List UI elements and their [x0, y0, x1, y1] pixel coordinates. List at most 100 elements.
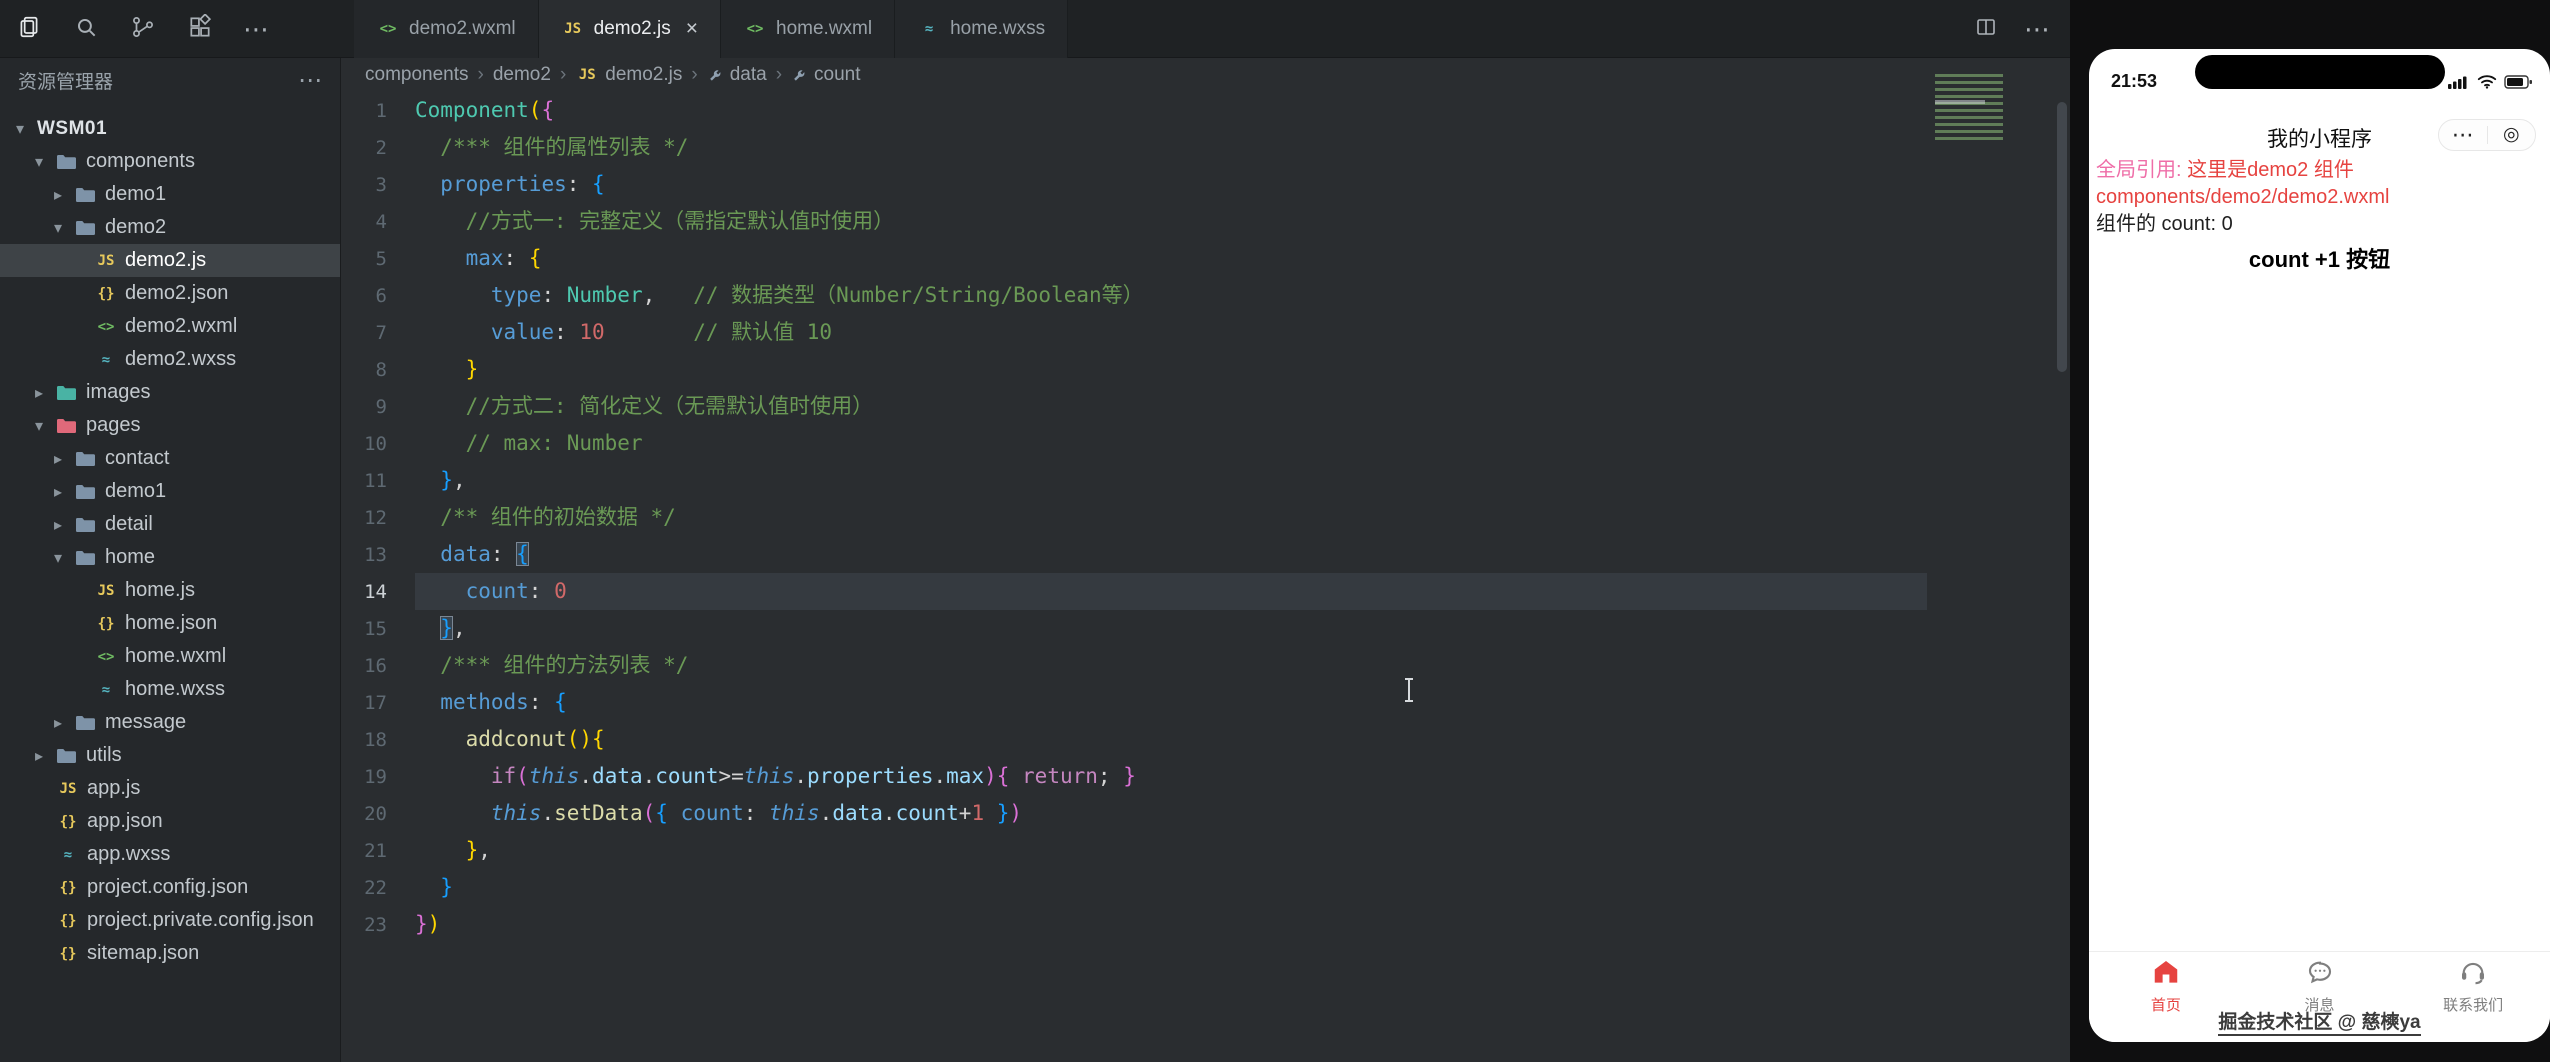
line-number: 1	[375, 100, 387, 122]
js-file-icon: JS	[564, 21, 582, 37]
chevron-icon[interactable]: ▸	[48, 515, 68, 535]
folder-icon	[56, 747, 79, 764]
capsule-more-button[interactable]: ⋯	[2439, 120, 2487, 150]
symbol-icon	[791, 67, 808, 84]
tree-item-demo2.js[interactable]: JS demo2.js	[0, 244, 340, 277]
line-number: 3	[375, 174, 387, 196]
split-editor-button[interactable]	[1974, 15, 1998, 44]
extensions-button[interactable]	[171, 0, 228, 58]
git-graph-button[interactable]	[114, 0, 171, 58]
code-line: 21 },	[341, 832, 2070, 869]
scrollbar[interactable]	[2057, 102, 2067, 372]
files-button[interactable]	[0, 0, 57, 58]
chevron-icon[interactable]: ▸	[48, 185, 68, 205]
tree-item-home.wxml[interactable]: <> home.wxml	[0, 640, 340, 673]
wifi-icon	[2476, 73, 2498, 95]
json-file-icon: {}	[59, 945, 77, 962]
chevron-icon[interactable]: ▸	[29, 383, 49, 403]
tree-item-sitemap.json[interactable]: {} sitemap.json	[0, 937, 340, 970]
code-line-content: // max: Number	[465, 431, 643, 455]
chevron-icon[interactable]: ▸	[48, 713, 68, 733]
tree-item-contact[interactable]: ▸ contact	[0, 442, 340, 475]
search-button[interactable]	[57, 0, 114, 58]
tree-item-pages[interactable]: ▾ pages	[0, 409, 340, 442]
chevron-icon[interactable]: ▾	[48, 548, 68, 568]
chevron-icon[interactable]: ▾	[48, 218, 68, 238]
chevron-icon[interactable]: ▸	[48, 449, 68, 469]
code-line-content: methods: {	[440, 690, 567, 714]
code-line-content: /*** 组件的方法列表 */	[440, 653, 689, 677]
tree-item-label: home.js	[125, 579, 196, 601]
tree-item-WSM01[interactable]: ▾ WSM01	[0, 112, 340, 145]
tree-item-app.js[interactable]: JS app.js	[0, 772, 340, 805]
wxss-file-icon: ≈	[63, 846, 73, 863]
tree-item-components[interactable]: ▾ components	[0, 145, 340, 178]
folder-icon	[75, 714, 98, 731]
breadcrumb-item-demo2.js[interactable]: JS demo2.js	[575, 64, 683, 86]
tree-item-label: message	[105, 711, 187, 733]
line-number: 20	[364, 803, 387, 825]
tab-home.wxss[interactable]: ≈ home.wxss	[895, 0, 1069, 58]
screen: ⋯ <> demo2.wxml JS demo2.js × <> home.wxml ≈ hom…	[0, 0, 2550, 1062]
battery-icon	[2504, 74, 2534, 95]
tree-item-label: app.json	[87, 810, 163, 832]
tab-label: home.wxml	[776, 18, 873, 39]
chevron-icon[interactable]: ▸	[48, 482, 68, 502]
tree-item-demo2.wxss[interactable]: ≈ demo2.wxss	[0, 343, 340, 376]
tree-item-project.private.config.json[interactable]: {} project.private.config.json	[0, 904, 340, 937]
more-button[interactable]: ⋯	[228, 0, 285, 58]
tree-item-detail[interactable]: ▸ detail	[0, 508, 340, 541]
tree-item-home.js[interactable]: JS home.js	[0, 574, 340, 607]
chevron-icon[interactable]: ▸	[29, 746, 49, 766]
code-line-content: data: {	[440, 542, 529, 566]
breadcrumb-item-components[interactable]: components	[365, 64, 469, 86]
tree-item-app.wxss[interactable]: ≈ app.wxss	[0, 838, 340, 871]
capsule-home-indicator-button[interactable]: ◎	[2488, 120, 2536, 150]
wxml-file-icon: <>	[379, 21, 397, 37]
count-button[interactable]: count +1 按钮	[2089, 242, 2550, 274]
tree-item-home[interactable]: ▾ home	[0, 541, 340, 574]
tree-item-demo2.json[interactable]: {} demo2.json	[0, 277, 340, 310]
code-line-content: properties: {	[440, 172, 605, 196]
tree-item-app.json[interactable]: {} app.json	[0, 805, 340, 838]
code-line: 5 max: {	[341, 240, 2070, 277]
tree-item-utils[interactable]: ▸ utils	[0, 739, 340, 772]
sidebar-title: 资源管理器	[18, 71, 114, 93]
tree-item-images[interactable]: ▸ images	[0, 376, 340, 409]
breadcrumb-item-count[interactable]: count	[791, 64, 861, 86]
code-line: 8 }	[341, 351, 2070, 388]
tree-item-home.json[interactable]: {} home.json	[0, 607, 340, 640]
code-editor[interactable]: 1 Component({2 /*** 组件的属性列表 */3 propertie…	[341, 92, 2070, 943]
tab-demo2.wxml[interactable]: <> demo2.wxml	[354, 0, 539, 58]
chevron-icon[interactable]: ▾	[29, 152, 49, 172]
code-line: 13 data: {	[341, 536, 2070, 573]
chevron-icon[interactable]: ▾	[10, 119, 30, 139]
tree-item-demo2.wxml[interactable]: <> demo2.wxml	[0, 310, 340, 343]
sidebar-more-button[interactable]: ⋯	[298, 66, 322, 95]
breadcrumb-item-data[interactable]: data	[707, 64, 767, 86]
chevron-icon[interactable]: ▾	[29, 416, 49, 436]
code-editor-pane: components › demo2 › JS demo2.js › data › count 1…	[341, 58, 2070, 1062]
tree-item-message[interactable]: ▸ message	[0, 706, 340, 739]
line-number: 2	[375, 137, 387, 159]
simulator-panel: 21:53 我的小程序 ⋯ ◎ 全局引用: 这里是demo2 组件 compone…	[2070, 0, 2550, 1062]
tree-item-home.wxss[interactable]: ≈ home.wxss	[0, 673, 340, 706]
tree-item-demo1[interactable]: ▸ demo1	[0, 178, 340, 211]
text-cursor-pointer	[1401, 676, 1417, 709]
minimap[interactable]	[1935, 74, 2003, 140]
tree-item-demo2[interactable]: ▾ demo2	[0, 211, 340, 244]
wxml-file-icon: <>	[97, 648, 115, 665]
tree-item-demo1[interactable]: ▸ demo1	[0, 475, 340, 508]
tab-demo2.js[interactable]: JS demo2.js ×	[538, 0, 722, 58]
close-icon[interactable]: ×	[686, 17, 698, 41]
folder-icon	[75, 450, 98, 467]
search-icon	[73, 14, 99, 45]
breadcrumb-separator: ›	[559, 64, 567, 85]
tab-home.wxml[interactable]: <> home.wxml	[721, 0, 896, 58]
line-number: 23	[364, 914, 387, 936]
tree-item-project.config.json[interactable]: {} project.config.json	[0, 871, 340, 904]
signal-icon	[2448, 74, 2470, 95]
breadcrumb-item-demo2[interactable]: demo2	[493, 64, 551, 86]
code-line: 22 }	[341, 869, 2070, 906]
more-button[interactable]: ⋯	[2024, 14, 2050, 45]
